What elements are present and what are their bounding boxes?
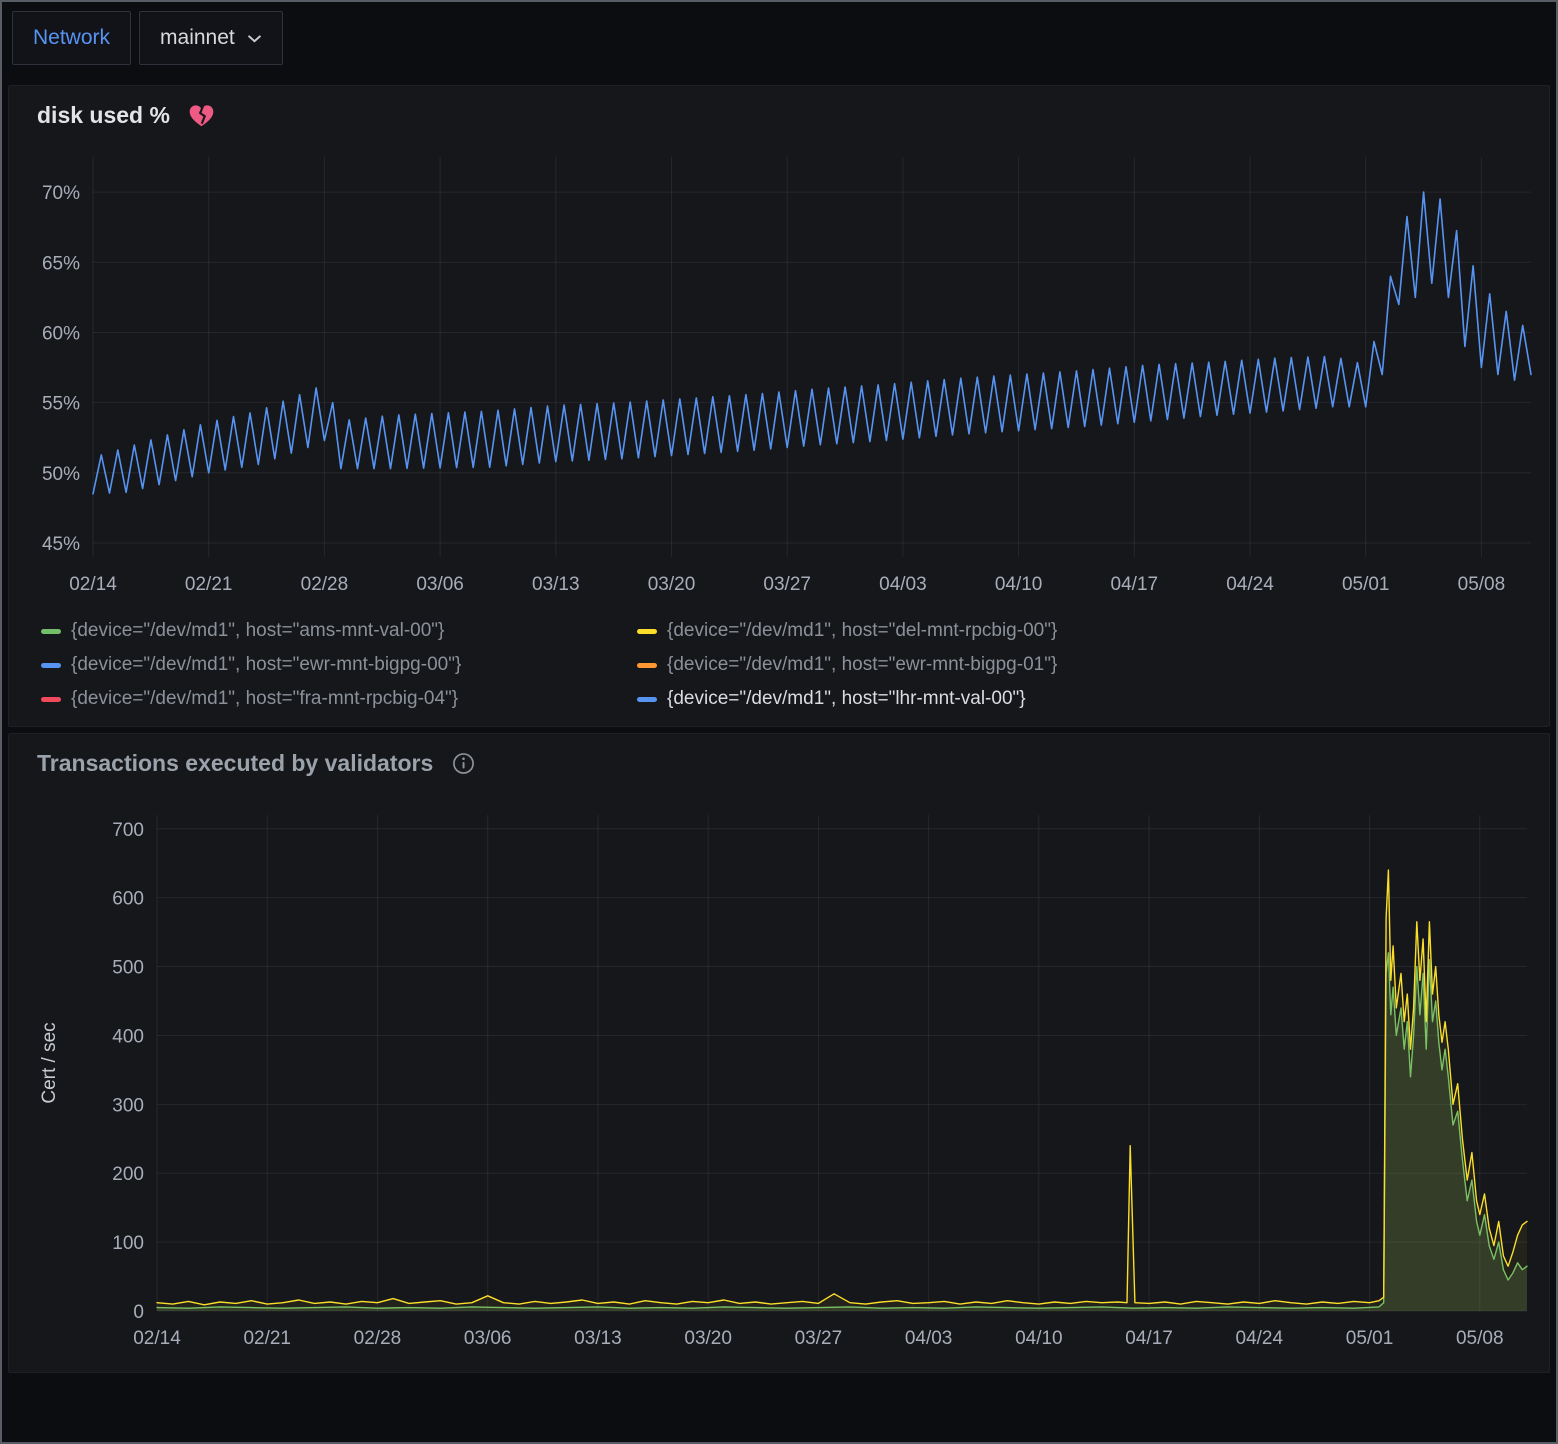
y-tick-label: 0 xyxy=(133,1302,144,1323)
legend-series-label: {device="/dev/md1", host="ewr-mnt-bigpg-… xyxy=(71,654,461,676)
y-tick-label: 100 xyxy=(112,1233,144,1254)
x-tick-label: 04/17 xyxy=(1111,574,1159,595)
x-tick-label: 02/21 xyxy=(185,574,233,595)
y-tick-label: 55% xyxy=(42,394,80,415)
legend-series-label: {device="/dev/md1", host="ewr-mnt-bigpg-… xyxy=(667,654,1057,676)
legend-series-swatch xyxy=(41,697,61,702)
legend-series-label: {device="/dev/md1", host="ams-mnt-val-00… xyxy=(71,620,444,642)
network-variable-label: Network xyxy=(12,11,131,65)
x-tick-label: 04/10 xyxy=(1015,1328,1063,1349)
y-tick-label: 65% xyxy=(42,253,80,274)
legend-item-5[interactable]: {device="/dev/md1", host="fra-mnt-rpcbig… xyxy=(41,688,637,710)
x-tick-label: 03/20 xyxy=(648,574,696,595)
x-tick-label: 05/01 xyxy=(1346,1328,1394,1349)
y-tick-label: 300 xyxy=(112,1095,144,1116)
x-tick-label: 05/08 xyxy=(1458,574,1506,595)
chevron-down-icon xyxy=(247,33,262,44)
info-icon[interactable] xyxy=(451,751,476,776)
legend-series-swatch xyxy=(637,697,657,702)
disk-used-panel: disk used % 45% 50% 55% 60% 65% 70% 02/14 02/21… xyxy=(8,85,1550,727)
legend-item-2[interactable]: {device="/dev/md1", host="del-mnt-rpcbig… xyxy=(637,620,1549,642)
legend-series-swatch xyxy=(637,663,657,668)
y-tick-label: 700 xyxy=(112,820,144,841)
tx-panel-title[interactable]: Transactions executed by validators xyxy=(37,750,433,777)
tx-panel-header: Transactions executed by validators xyxy=(9,734,1549,781)
disk-used-chart[interactable]: 45% 50% 55% 60% 65% 70% 02/14 02/21 02/28 03/06 03… xyxy=(9,133,1539,603)
legend-series-label: {device="/dev/md1", host="del-mnt-rpcbig… xyxy=(667,620,1057,642)
network-variable-label-text: Network xyxy=(33,26,110,50)
y-tick-label: 45% xyxy=(42,534,80,555)
transactions-panel: Transactions executed by validators 0 100… xyxy=(8,733,1550,1373)
x-tick-label: 04/17 xyxy=(1125,1328,1173,1349)
series-line-series-yellow xyxy=(157,870,1527,1305)
legend-series-label: {device="/dev/md1", host="fra-mnt-rpcbig… xyxy=(71,688,458,710)
x-tick-label: 02/14 xyxy=(133,1328,181,1349)
x-tick-label: 05/01 xyxy=(1342,574,1390,595)
x-tick-label: 02/14 xyxy=(69,574,117,595)
series-line-series-green xyxy=(157,953,1527,1308)
transactions-chart[interactable]: 0 100 200 300 400 500 600 700 02/14 02/21 02/28 03/… xyxy=(9,781,1539,1367)
dashboard-topbar: Network mainnet xyxy=(2,2,1556,85)
x-tick-label: 03/27 xyxy=(795,1328,843,1349)
legend-series-label: {device="/dev/md1", host="lhr-mnt-val-00… xyxy=(667,688,1026,710)
x-tick-label: 03/27 xyxy=(763,574,811,595)
series-line-{device="/dev/md1", host="lhr-mnt-val-00"} xyxy=(93,192,1531,494)
network-variable-value: mainnet xyxy=(160,26,235,50)
y-tick-label: 200 xyxy=(112,1164,144,1185)
series-area-series-green xyxy=(157,953,1527,1311)
y-tick-label: 500 xyxy=(112,958,144,979)
series-area-series-yellow xyxy=(157,870,1527,1311)
x-tick-label: 03/13 xyxy=(574,1328,622,1349)
x-tick-label: 03/06 xyxy=(416,574,464,595)
y-tick-label: 400 xyxy=(112,1026,144,1047)
y-tick-label: 50% xyxy=(42,464,80,485)
x-tick-label: 03/06 xyxy=(464,1328,512,1349)
x-tick-label: 04/10 xyxy=(995,574,1043,595)
legend-series-swatch xyxy=(41,663,61,668)
x-tick-label: 05/08 xyxy=(1456,1328,1504,1349)
network-variable-dropdown[interactable]: mainnet xyxy=(139,11,283,65)
x-tick-label: 04/03 xyxy=(879,574,927,595)
x-tick-label: 02/28 xyxy=(354,1328,402,1349)
x-tick-label: 04/24 xyxy=(1226,574,1274,595)
legend-series-swatch xyxy=(41,629,61,634)
broken-heart-icon xyxy=(188,103,215,128)
x-tick-label: 04/03 xyxy=(905,1328,953,1349)
legend-item-6[interactable]: {device="/dev/md1", host="lhr-mnt-val-00… xyxy=(637,688,1549,710)
legend-item-4[interactable]: {device="/dev/md1", host="ewr-mnt-bigpg-… xyxy=(637,654,1549,676)
y-axis-title: Cert / sec xyxy=(39,1022,60,1103)
disk-panel-header: disk used % xyxy=(9,86,1549,133)
disk-panel-title[interactable]: disk used % xyxy=(37,102,170,129)
x-tick-label: 03/13 xyxy=(532,574,580,595)
y-tick-label: 60% xyxy=(42,323,80,344)
x-tick-label: 02/28 xyxy=(301,574,349,595)
legend-item-1[interactable]: {device="/dev/md1", host="ams-mnt-val-00… xyxy=(41,620,637,642)
x-tick-label: 02/21 xyxy=(243,1328,291,1349)
x-tick-label: 03/20 xyxy=(684,1328,732,1349)
legend-series-swatch xyxy=(637,629,657,634)
y-tick-label: 600 xyxy=(112,889,144,910)
disk-chart-legend: {device="/dev/md1", host="ams-mnt-val-00… xyxy=(9,608,1549,726)
y-tick-label: 70% xyxy=(42,183,80,204)
x-tick-label: 04/24 xyxy=(1236,1328,1284,1349)
legend-item-3[interactable]: {device="/dev/md1", host="ewr-mnt-bigpg-… xyxy=(41,654,637,676)
